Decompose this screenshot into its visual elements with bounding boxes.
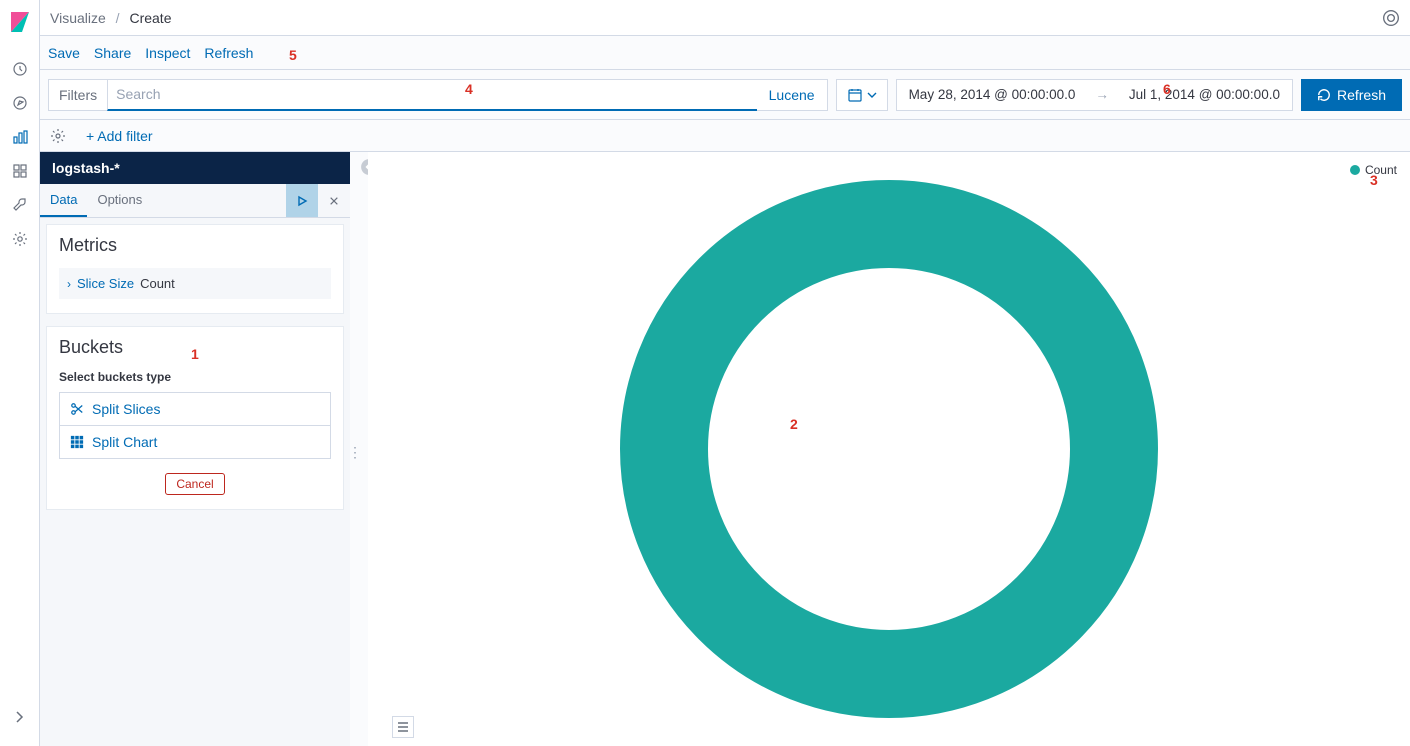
filter-options-icon[interactable] [50, 128, 66, 144]
breadcrumb-separator: / [116, 10, 120, 26]
filters-label[interactable]: Filters [48, 79, 107, 111]
nav-expand-icon[interactable] [10, 707, 30, 727]
resize-handle[interactable]: ⋮ [348, 444, 362, 461]
index-pattern-selector[interactable]: logstash-* [40, 152, 350, 184]
metric-value: Count [140, 276, 175, 291]
breadcrumb-current: Create [129, 10, 171, 26]
chart-legend[interactable]: Count [1350, 163, 1397, 177]
cancel-button[interactable]: Cancel [165, 473, 224, 495]
date-quick-select[interactable] [836, 79, 888, 111]
chevron-right-icon: › [67, 277, 71, 291]
inspect-button[interactable]: Inspect [145, 45, 190, 61]
metrics-title: Metrics [59, 235, 331, 256]
buckets-panel: Buckets Select buckets type Split Slices… [46, 326, 344, 510]
bucket-split-chart[interactable]: Split Chart [59, 426, 331, 459]
grid-icon [70, 435, 84, 449]
help-icon[interactable] [1382, 9, 1400, 27]
nav-dashboard-icon[interactable] [10, 161, 30, 181]
metric-slice-size[interactable]: › Slice Size Count [59, 268, 331, 299]
date-to: Jul 1, 2014 @ 00:00:00.0 [1129, 87, 1280, 102]
visualization-canvas: Count [368, 152, 1410, 746]
query-bar: Filters Lucene May 28, 2014 @ 00:00:00.0… [40, 70, 1410, 120]
header-bar: Visualize / Create [40, 0, 1410, 36]
filter-bar: + Add filter [40, 120, 1410, 152]
legend-label: Count [1365, 163, 1397, 177]
nav-devtools-icon[interactable] [10, 195, 30, 215]
save-button[interactable]: Save [48, 45, 80, 61]
date-range-picker[interactable]: May 28, 2014 @ 00:00:00.0 → Jul 1, 2014 … [896, 79, 1293, 111]
buckets-title: Buckets [59, 337, 331, 358]
share-button[interactable]: Share [94, 45, 131, 61]
global-nav-rail [0, 0, 40, 746]
search-input[interactable] [107, 79, 757, 111]
kibana-logo[interactable] [8, 10, 32, 34]
bucket-option-label: Split Slices [92, 401, 160, 417]
scissors-icon [70, 402, 84, 416]
buckets-prompt: Select buckets type [59, 370, 331, 384]
legend-swatch [1350, 165, 1360, 175]
sidebar-tabs: Data Options [40, 184, 350, 218]
metric-label: Slice Size [77, 276, 134, 291]
discard-changes-button[interactable] [318, 184, 350, 217]
donut-chart [619, 179, 1159, 719]
toolbar: Save Share Inspect Refresh [40, 36, 1410, 70]
date-from: May 28, 2014 @ 00:00:00.0 [909, 87, 1076, 102]
add-filter-button[interactable]: + Add filter [86, 128, 153, 144]
breadcrumb: Visualize / Create [50, 10, 171, 26]
nav-management-icon[interactable] [10, 229, 30, 249]
refresh-button[interactable]: Refresh [1301, 79, 1402, 111]
bucket-split-slices[interactable]: Split Slices [59, 392, 331, 426]
editor-sidebar: logstash-* Data Options Metrics › Slice … [40, 152, 350, 746]
breadcrumb-parent[interactable]: Visualize [50, 10, 106, 26]
apply-changes-button[interactable] [286, 184, 318, 217]
bucket-option-label: Split Chart [92, 434, 157, 450]
nav-recent-icon[interactable] [10, 59, 30, 79]
refresh-button-label: Refresh [1337, 87, 1386, 103]
nav-discover-icon[interactable] [10, 93, 30, 113]
tab-options[interactable]: Options [87, 184, 152, 217]
legend-toggle-button[interactable] [392, 716, 414, 738]
metrics-panel: Metrics › Slice Size Count [46, 224, 344, 314]
query-syntax-switch[interactable]: Lucene [757, 79, 828, 111]
tab-data[interactable]: Data [40, 184, 87, 217]
refresh-link[interactable]: Refresh [204, 45, 253, 61]
nav-visualize-icon[interactable] [10, 127, 30, 147]
date-arrow-icon: → [1095, 87, 1109, 102]
